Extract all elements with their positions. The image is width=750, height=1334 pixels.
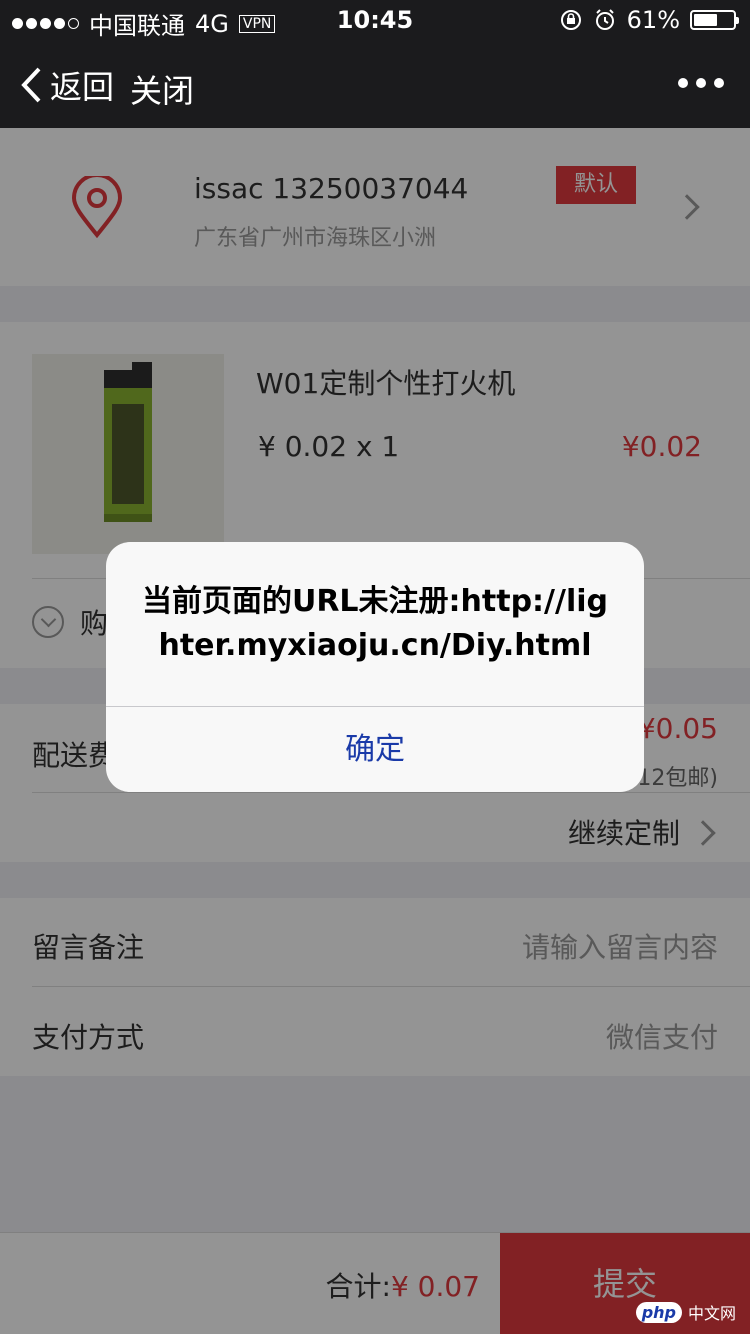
back-button[interactable]: 返回	[20, 62, 114, 108]
nav-bar: 返回 关闭	[0, 40, 750, 128]
rotation-lock-icon	[560, 10, 581, 30]
more-options-icon[interactable]	[678, 78, 724, 88]
watermark-logo: php	[635, 1301, 682, 1323]
status-bar: 中国联通 4G VPN 10:45 61%	[0, 0, 750, 40]
alert-message: 当前页面的URL未注册:http://lighter.myxiaoju.cn/D…	[141, 584, 609, 663]
chevron-left-icon	[21, 67, 41, 103]
alert-dialog: 当前页面的URL未注册:http://lighter.myxiaoju.cn/D…	[106, 542, 644, 792]
watermark: php 中文网	[635, 1300, 736, 1324]
battery-percent: 61%	[626, 6, 680, 34]
alarm-icon	[595, 9, 614, 30]
status-right: 61%	[559, 6, 739, 34]
battery-icon	[690, 10, 739, 30]
watermark-site: 中文网	[687, 1304, 736, 1323]
confirm-button[interactable]: 确定	[106, 707, 644, 792]
back-label: 返回	[50, 68, 115, 106]
close-button[interactable]: 关闭	[130, 66, 194, 112]
